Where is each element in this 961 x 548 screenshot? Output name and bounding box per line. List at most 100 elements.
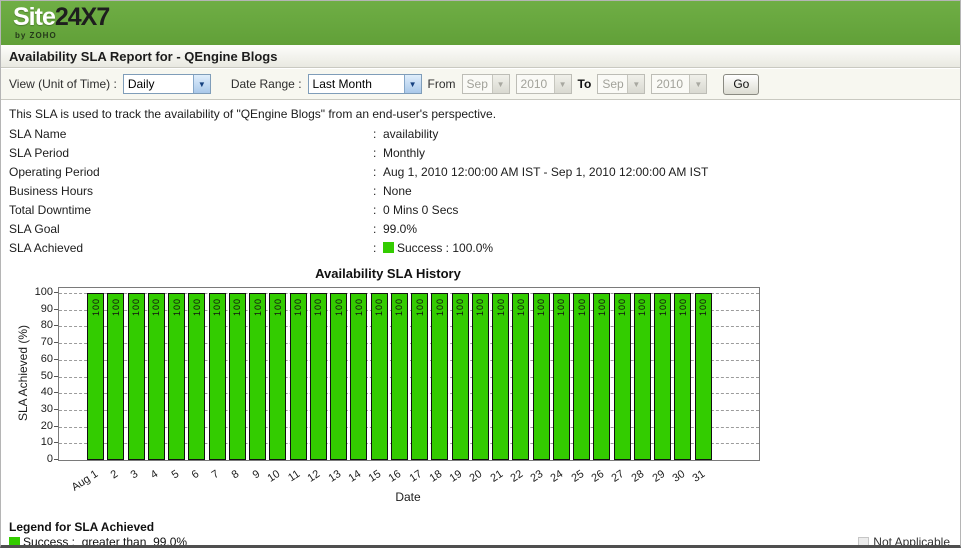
y-tick-label: 0 bbox=[15, 453, 53, 465]
y-tick-label: 60 bbox=[15, 353, 53, 365]
bar bbox=[411, 293, 428, 460]
y-tick-label: 20 bbox=[15, 420, 53, 432]
bar bbox=[512, 293, 529, 460]
detail-value: None bbox=[383, 184, 412, 198]
bar bbox=[148, 293, 165, 460]
bar bbox=[330, 293, 347, 460]
report-title-bar: Availability SLA Report for - QEngine Bl… bbox=[1, 45, 960, 68]
y-tick-label: 30 bbox=[15, 403, 53, 415]
logo-text-24x7: 24X7 bbox=[55, 3, 109, 31]
not-applicable-label: Not Applicable bbox=[873, 535, 950, 548]
bar-value-label: 100 bbox=[334, 298, 344, 316]
detail-label: SLA Achieved bbox=[9, 241, 373, 255]
bar-value-label: 100 bbox=[597, 298, 607, 316]
chevron-down-icon: ▼ bbox=[193, 75, 210, 93]
detail-row-sla-name: SLA Name : availability bbox=[9, 124, 952, 143]
page-title: Availability SLA Report for - QEngine Bl… bbox=[9, 49, 277, 64]
go-button[interactable]: Go bbox=[723, 74, 759, 95]
detail-value: availability bbox=[383, 127, 438, 141]
bar-value-label: 100 bbox=[151, 298, 161, 316]
bar bbox=[310, 293, 327, 460]
from-year-select[interactable]: 2010 ▼ bbox=[516, 74, 572, 94]
detail-colon: : bbox=[373, 222, 383, 236]
bar-value-label: 100 bbox=[577, 298, 587, 316]
detail-colon: : bbox=[373, 127, 383, 141]
y-tick-mark bbox=[54, 376, 58, 377]
legend-success-label: Success : greater than 99.0% bbox=[23, 535, 187, 548]
detail-label: SLA Name bbox=[9, 127, 373, 141]
sla-description: This SLA is used to track the availabili… bbox=[9, 107, 496, 121]
detail-row-total-downtime: Total Downtime : 0 Mins 0 Secs bbox=[9, 200, 952, 219]
from-month-value: Sep bbox=[463, 75, 492, 93]
y-tick-label: 100 bbox=[15, 286, 53, 298]
bar bbox=[249, 293, 266, 460]
y-tick-label: 80 bbox=[15, 319, 53, 331]
detail-colon: : bbox=[373, 241, 383, 255]
bar bbox=[472, 293, 489, 460]
bar bbox=[87, 293, 104, 460]
bar-value-label: 100 bbox=[192, 298, 202, 316]
bar-value-label: 100 bbox=[91, 298, 101, 316]
legend-success-row: Success : greater than 99.0% bbox=[9, 535, 187, 548]
y-tick-mark bbox=[54, 426, 58, 427]
detail-label: Operating Period bbox=[9, 165, 373, 179]
bar bbox=[654, 293, 671, 460]
y-tick-mark bbox=[54, 292, 58, 293]
bar bbox=[573, 293, 590, 460]
bar bbox=[209, 293, 226, 460]
bar-value-label: 100 bbox=[415, 298, 425, 316]
bar-value-label: 100 bbox=[637, 298, 647, 316]
bar bbox=[614, 293, 631, 460]
to-year-select[interactable]: 2010 ▼ bbox=[651, 74, 707, 94]
bar bbox=[452, 293, 469, 460]
bar-value-label: 100 bbox=[394, 298, 404, 316]
bar bbox=[492, 293, 509, 460]
detail-colon: : bbox=[373, 165, 383, 179]
bar-value-label: 100 bbox=[232, 298, 242, 316]
y-tick-label: 50 bbox=[15, 370, 53, 382]
chevron-down-icon: ▼ bbox=[689, 75, 706, 93]
bar bbox=[674, 293, 691, 460]
view-select-value: Daily bbox=[124, 75, 193, 93]
availability-chart: Availability SLA History SLA Achieved (%… bbox=[3, 259, 803, 515]
bar-value-label: 100 bbox=[678, 298, 688, 316]
sla-achieved-text: Success : 100.0% bbox=[397, 241, 493, 255]
detail-value: Monthly bbox=[383, 146, 425, 160]
y-tick-mark bbox=[54, 359, 58, 360]
bar-value-label: 100 bbox=[617, 298, 627, 316]
bar bbox=[371, 293, 388, 460]
legend-heading: Legend for SLA Achieved bbox=[9, 520, 154, 534]
to-year-value: 2010 bbox=[652, 75, 689, 93]
chart-title: Availability SLA History bbox=[3, 266, 773, 281]
chevron-down-icon: ▼ bbox=[627, 75, 644, 93]
detail-row-sla-achieved: SLA Achieved : Success : 100.0% bbox=[9, 238, 952, 257]
date-range-label: Date Range : bbox=[231, 77, 302, 91]
bar-value-label: 100 bbox=[475, 298, 485, 316]
bar bbox=[593, 293, 610, 460]
detail-colon: : bbox=[373, 146, 383, 160]
bar bbox=[269, 293, 286, 460]
bar-value-label: 100 bbox=[253, 298, 263, 316]
detail-value: Aug 1, 2010 12:00:00 AM IST - Sep 1, 201… bbox=[383, 165, 708, 179]
date-range-select[interactable]: Last Month ▼ bbox=[308, 74, 422, 94]
bar-value-label: 100 bbox=[172, 298, 182, 316]
from-year-value: 2010 bbox=[517, 75, 554, 93]
to-month-select[interactable]: Sep ▼ bbox=[597, 74, 645, 94]
from-month-select[interactable]: Sep ▼ bbox=[462, 74, 510, 94]
zoho-byline: by ZOHO bbox=[15, 31, 57, 40]
detail-label: Total Downtime bbox=[9, 203, 373, 217]
chevron-down-icon: ▼ bbox=[404, 75, 421, 93]
bar bbox=[695, 293, 712, 460]
detail-value: 99.0% bbox=[383, 222, 417, 236]
bar-value-label: 100 bbox=[111, 298, 121, 316]
bar bbox=[168, 293, 185, 460]
bar bbox=[553, 293, 570, 460]
y-tick-mark bbox=[54, 442, 58, 443]
detail-value: Success : 100.0% bbox=[383, 241, 493, 255]
bar-value-label: 100 bbox=[131, 298, 141, 316]
bar bbox=[634, 293, 651, 460]
bar bbox=[188, 293, 205, 460]
bar-value-label: 100 bbox=[516, 298, 526, 316]
view-select[interactable]: Daily ▼ bbox=[123, 74, 211, 94]
detail-row-sla-period: SLA Period : Monthly bbox=[9, 143, 952, 162]
